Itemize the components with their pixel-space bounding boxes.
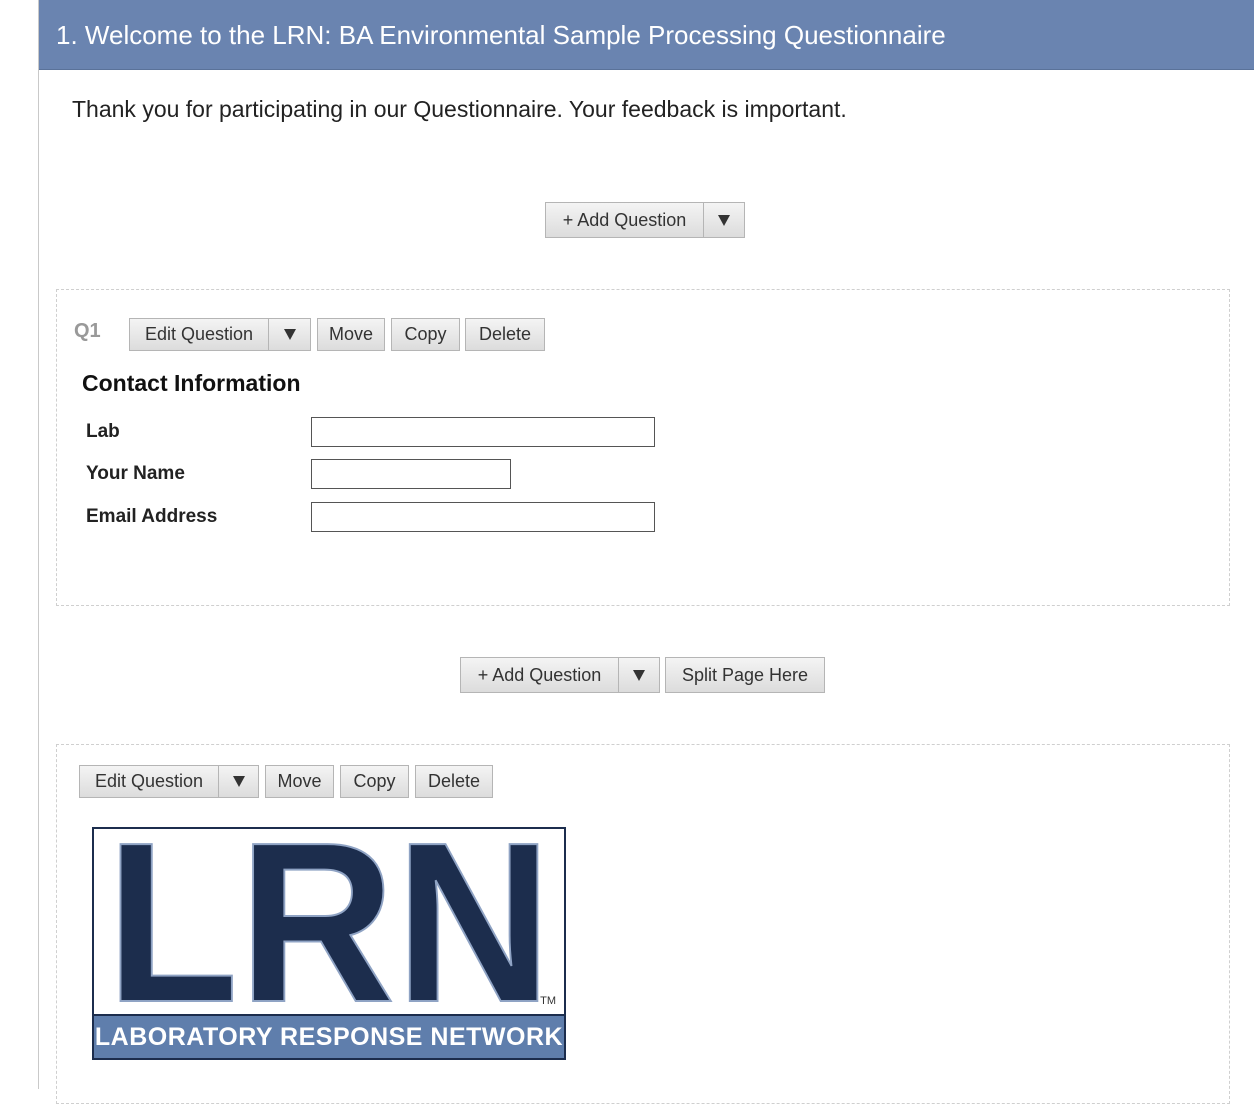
edit-question-button[interactable]: Edit Question [79,765,219,798]
split-page-button[interactable]: Split Page Here [665,657,825,693]
lab-input[interactable] [311,417,655,447]
copy-button[interactable]: Copy [391,318,460,351]
copy-button[interactable]: Copy [340,765,409,798]
chevron-down-icon [283,329,296,340]
lrn-logo: LRN LRN TM LABORATORY RESPONSE NETWORK [92,827,566,1060]
section-title: Contact Information [82,370,301,396]
add-question-label: + Add Question [477,664,602,685]
move-label: Move [328,324,373,344]
lab-label: Lab [86,421,120,442]
chevron-down-icon [232,776,245,787]
edit-question-button[interactable]: Edit Question [129,318,269,351]
delete-button[interactable]: Delete [415,765,493,798]
chevron-down-icon [633,669,645,681]
add-question-dropdown-button[interactable] [618,657,660,693]
lrn-letters-outline: LRN [106,833,552,1013]
split-page-label: Split Page Here [681,664,809,685]
edit-question-label: Edit Question [144,324,254,344]
move-label: Move [277,771,322,791]
add-question-button[interactable]: + Add Question [460,657,619,693]
page-title: 1. Welcome to the LRN: BA Environmental … [56,20,946,50]
email-address-label: Email Address [86,506,218,527]
chevron-down-icon [718,214,730,226]
intro-text: Thank you for participating in our Quest… [72,96,847,122]
page-header: 1. Welcome to the LRN: BA Environmental … [39,0,1254,70]
lrn-logo-letters: LRN LRN [98,833,560,1013]
move-button[interactable]: Move [317,318,385,351]
edit-question-dropdown-button[interactable] [218,765,259,798]
move-button[interactable]: Move [265,765,334,798]
logo-band-text: LABORATORY RESPONSE NETWORK [94,1014,564,1058]
your-name-input[interactable] [311,459,511,489]
add-question-label: + Add Question [562,209,687,230]
email-address-input[interactable] [311,502,655,532]
trademark-mark: TM [540,995,556,1007]
add-question-button[interactable]: + Add Question [545,202,704,238]
your-name-label: Your Name [86,463,185,484]
add-question-dropdown-button[interactable] [703,202,745,238]
delete-label: Delete [427,771,481,791]
delete-label: Delete [478,324,532,344]
edit-question-label: Edit Question [94,771,204,791]
edit-question-dropdown-button[interactable] [268,318,311,351]
delete-button[interactable]: Delete [465,318,545,351]
copy-label: Copy [404,324,447,344]
copy-label: Copy [353,771,396,791]
question-number: Q1 [74,320,101,342]
